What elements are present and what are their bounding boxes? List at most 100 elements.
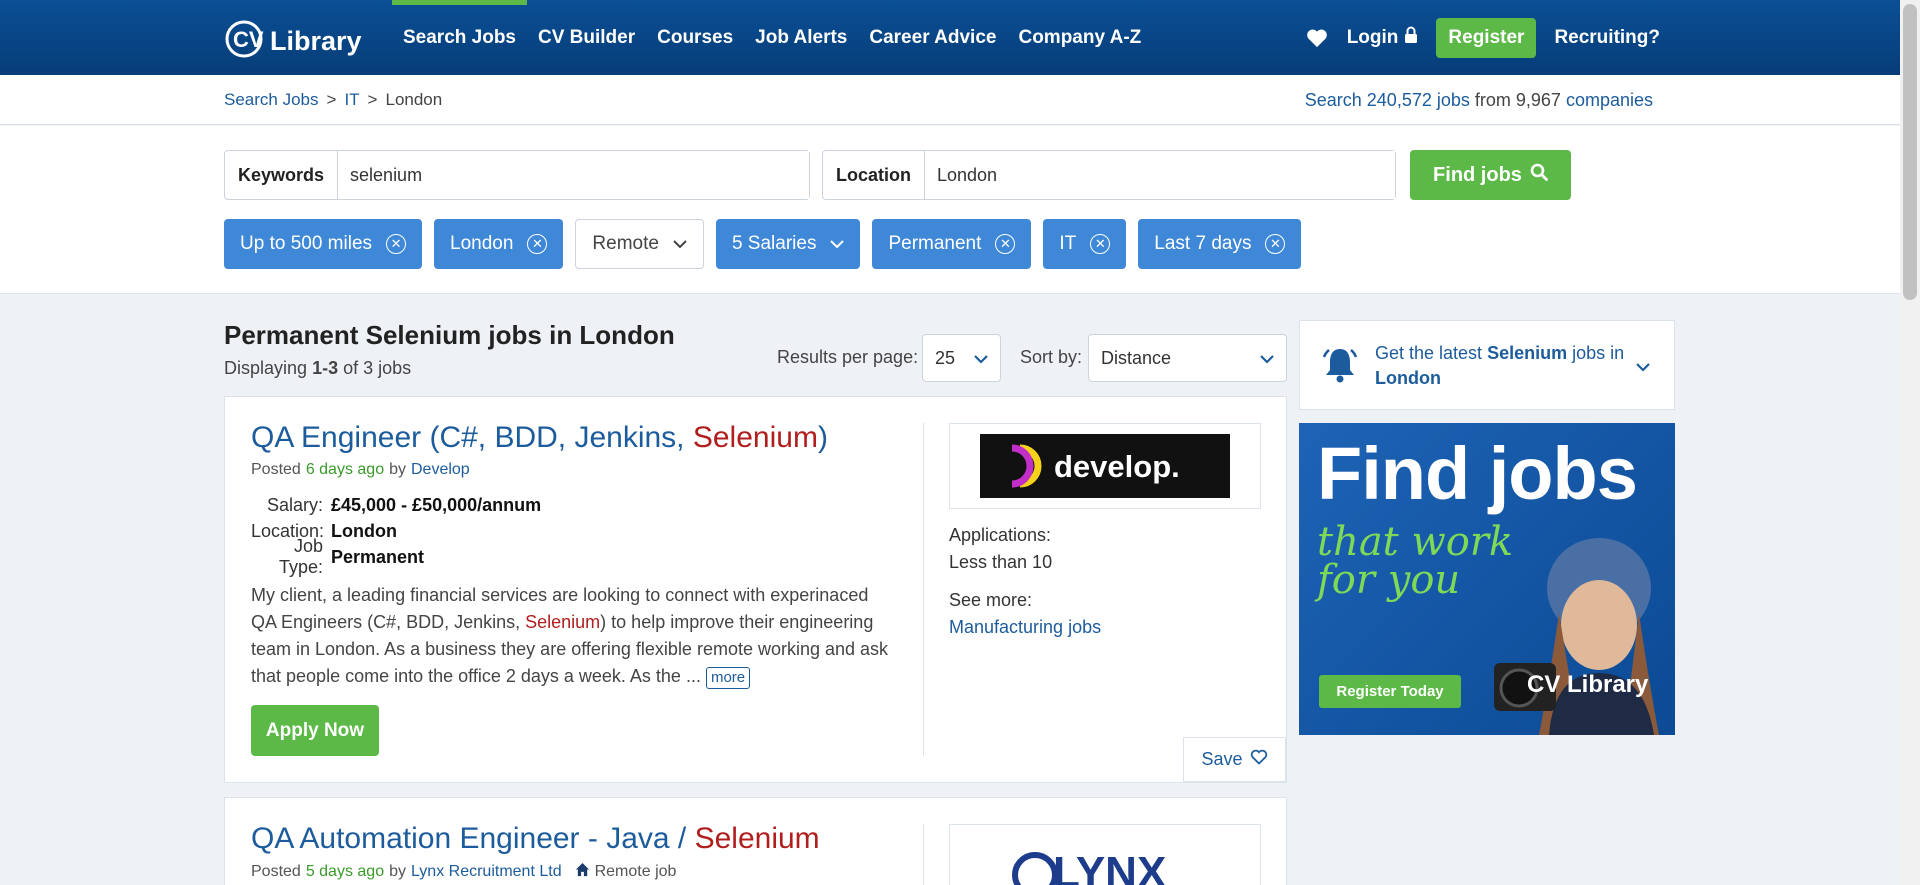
stats-middle: from 9,967 — [1474, 90, 1561, 110]
job-title-highlight: Selenium — [692, 421, 818, 454]
sort-by-select[interactable]: Distance — [1088, 334, 1287, 382]
breadcrumb-it[interactable]: IT — [344, 90, 359, 110]
company-logo[interactable]: LYNX — [949, 824, 1261, 885]
filter-chip-label: Last 7 days — [1154, 233, 1252, 254]
keywords-input[interactable] — [338, 151, 809, 199]
results-title: Permanent Selenium jobs in London — [224, 320, 675, 350]
nav-cv-builder[interactable]: CV Builder — [527, 0, 646, 75]
scrollbar-thumb[interactable] — [1903, 4, 1917, 300]
job-meta: Salary: £45,000 - £50,000/annum Location:… — [251, 492, 541, 578]
results-count: Displaying 1-3 of 3 jobs — [224, 358, 411, 379]
login-link[interactable]: Login — [1347, 26, 1419, 50]
company-link[interactable]: Lynx Recruitment Ltd — [411, 863, 562, 881]
chevron-down-icon — [830, 233, 845, 255]
stats-companies-link[interactable]: companies — [1566, 90, 1653, 110]
filter-chip-distance[interactable]: Up to 500 miles ✕ — [224, 219, 423, 269]
filter-salaries-dropdown[interactable]: 5 Salaries — [715, 219, 861, 269]
nav-job-alerts[interactable]: Job Alerts — [744, 0, 858, 75]
filter-chip-label: London — [450, 233, 514, 254]
job-card: QA Automation Engineer - Java / Selenium… — [224, 797, 1287, 885]
ad-register-button[interactable]: Register Today — [1319, 675, 1461, 708]
save-job-button[interactable]: Save — [1183, 737, 1286, 782]
svg-text:develop.: develop. — [1054, 449, 1180, 484]
card-divider — [923, 423, 924, 756]
bell-icon — [1320, 345, 1360, 390]
filter-chip-job-type[interactable]: Permanent ✕ — [872, 219, 1032, 269]
results-count-range: 1-3 — [312, 358, 339, 378]
remove-filter-icon[interactable]: ✕ — [527, 234, 548, 254]
stats-jobs-link[interactable]: 240,572 jobs — [1367, 90, 1470, 110]
home-icon — [575, 862, 590, 882]
page-scrollbar[interactable] — [1900, 0, 1920, 885]
cv-library-logo[interactable]: CV Library — [222, 12, 362, 62]
job-title-link[interactable]: QA Engineer (C#, BDD, Jenkins, Selenium) — [251, 421, 828, 455]
login-label: Login — [1346, 26, 1399, 48]
chevron-down-icon — [1260, 348, 1274, 369]
filter-chip-label: 5 Salaries — [731, 233, 817, 254]
ad-person-illustration — [1494, 538, 1659, 735]
see-more-link[interactable]: Manufacturing jobs — [949, 614, 1101, 641]
recruiting-link[interactable]: Recruiting? — [1554, 27, 1660, 49]
alert-location: London — [1375, 368, 1441, 388]
site-stats: Search 240,572 jobs from 9,967 companies — [1305, 90, 1653, 111]
breadcrumb-search-jobs[interactable]: Search Jobs — [224, 90, 319, 110]
apply-now-button[interactable]: Apply Now — [251, 705, 379, 756]
register-button[interactable]: Register — [1436, 17, 1537, 58]
chevron-down-icon — [974, 348, 988, 369]
filter-chip-label: Up to 500 miles — [240, 233, 373, 254]
posted-prefix: Posted — [251, 461, 301, 478]
stats-search-prefix: Search — [1304, 90, 1362, 110]
company-logo[interactable]: develop. — [949, 423, 1261, 509]
advert-banner[interactable]: Find jobs that work for you Register Tod… — [1299, 423, 1675, 735]
desc-highlight: Selenium — [525, 612, 601, 632]
job-posted-line: Posted 5 days ago by Lynx Recruitment Lt… — [251, 862, 676, 882]
main-nav: Search Jobs CV Builder Courses Job Alert… — [392, 0, 1152, 75]
location-label: Location — [823, 151, 925, 199]
nav-courses[interactable]: Courses — [646, 0, 744, 75]
filter-remote-dropdown[interactable]: Remote — [575, 219, 704, 269]
results-per-page-select[interactable]: 25 — [922, 334, 1001, 382]
saved-jobs-heart-icon[interactable] — [1305, 26, 1329, 50]
search-icon — [1530, 163, 1548, 187]
remove-filter-icon[interactable]: ✕ — [386, 234, 407, 254]
location-input[interactable] — [925, 151, 1395, 199]
svg-text:Library: Library — [270, 26, 362, 56]
card-divider — [923, 824, 924, 885]
job-type-row: Job Type: Permanent — [251, 536, 541, 577]
applications-value: Less than 10 — [949, 552, 1053, 572]
job-alert-box[interactable]: Get the latest Selenium jobs in London — [1299, 320, 1675, 410]
find-jobs-button[interactable]: Find jobs — [1410, 150, 1571, 200]
filter-chip-sector[interactable]: IT ✕ — [1043, 219, 1127, 269]
results-count-suffix: of 3 jobs — [343, 358, 412, 378]
company-link[interactable]: Develop — [411, 461, 470, 479]
ad-subtitle: that work for you — [1317, 522, 1513, 600]
remove-filter-icon[interactable]: ✕ — [995, 234, 1016, 254]
chevron-down-icon — [673, 233, 687, 255]
breadcrumb: Search Jobs > IT > London — [224, 90, 442, 110]
header-actions: Login Register Recruiting? — [1305, 0, 1660, 75]
posted-by: by — [389, 461, 406, 478]
results-count-prefix: Displaying — [224, 358, 308, 378]
chevron-down-icon — [1636, 359, 1650, 377]
remove-filter-icon[interactable]: ✕ — [1265, 234, 1286, 254]
filter-chip-location[interactable]: London ✕ — [434, 219, 564, 269]
find-jobs-label: Find jobs — [1433, 163, 1522, 186]
svg-text:CV: CV — [233, 27, 264, 52]
ad-title: Find jobs — [1317, 432, 1638, 515]
job-title-link[interactable]: QA Automation Engineer - Java / Selenium — [251, 822, 820, 856]
nav-career-advice[interactable]: Career Advice — [858, 0, 1007, 75]
applications-label: Applications: — [949, 525, 1052, 545]
see-more-label: See more: — [949, 590, 1033, 610]
nav-search-jobs[interactable]: Search Jobs — [392, 0, 527, 75]
alert-mid: jobs in — [1572, 343, 1625, 363]
filter-chip-label: Remote — [592, 233, 659, 254]
heart-outline-icon — [1250, 749, 1268, 770]
nav-company-a-z[interactable]: Company A-Z — [1007, 0, 1152, 75]
job-type-value: Permanent — [331, 546, 425, 567]
job-title-text: QA Engineer (C#, BDD, Jenkins, — [251, 421, 693, 454]
remove-filter-icon[interactable]: ✕ — [1090, 234, 1111, 254]
filter-chip-date[interactable]: Last 7 days ✕ — [1138, 219, 1302, 269]
posted-by: by — [389, 863, 406, 880]
more-button[interactable]: more — [705, 667, 751, 689]
remote-label: Remote job — [594, 863, 677, 880]
